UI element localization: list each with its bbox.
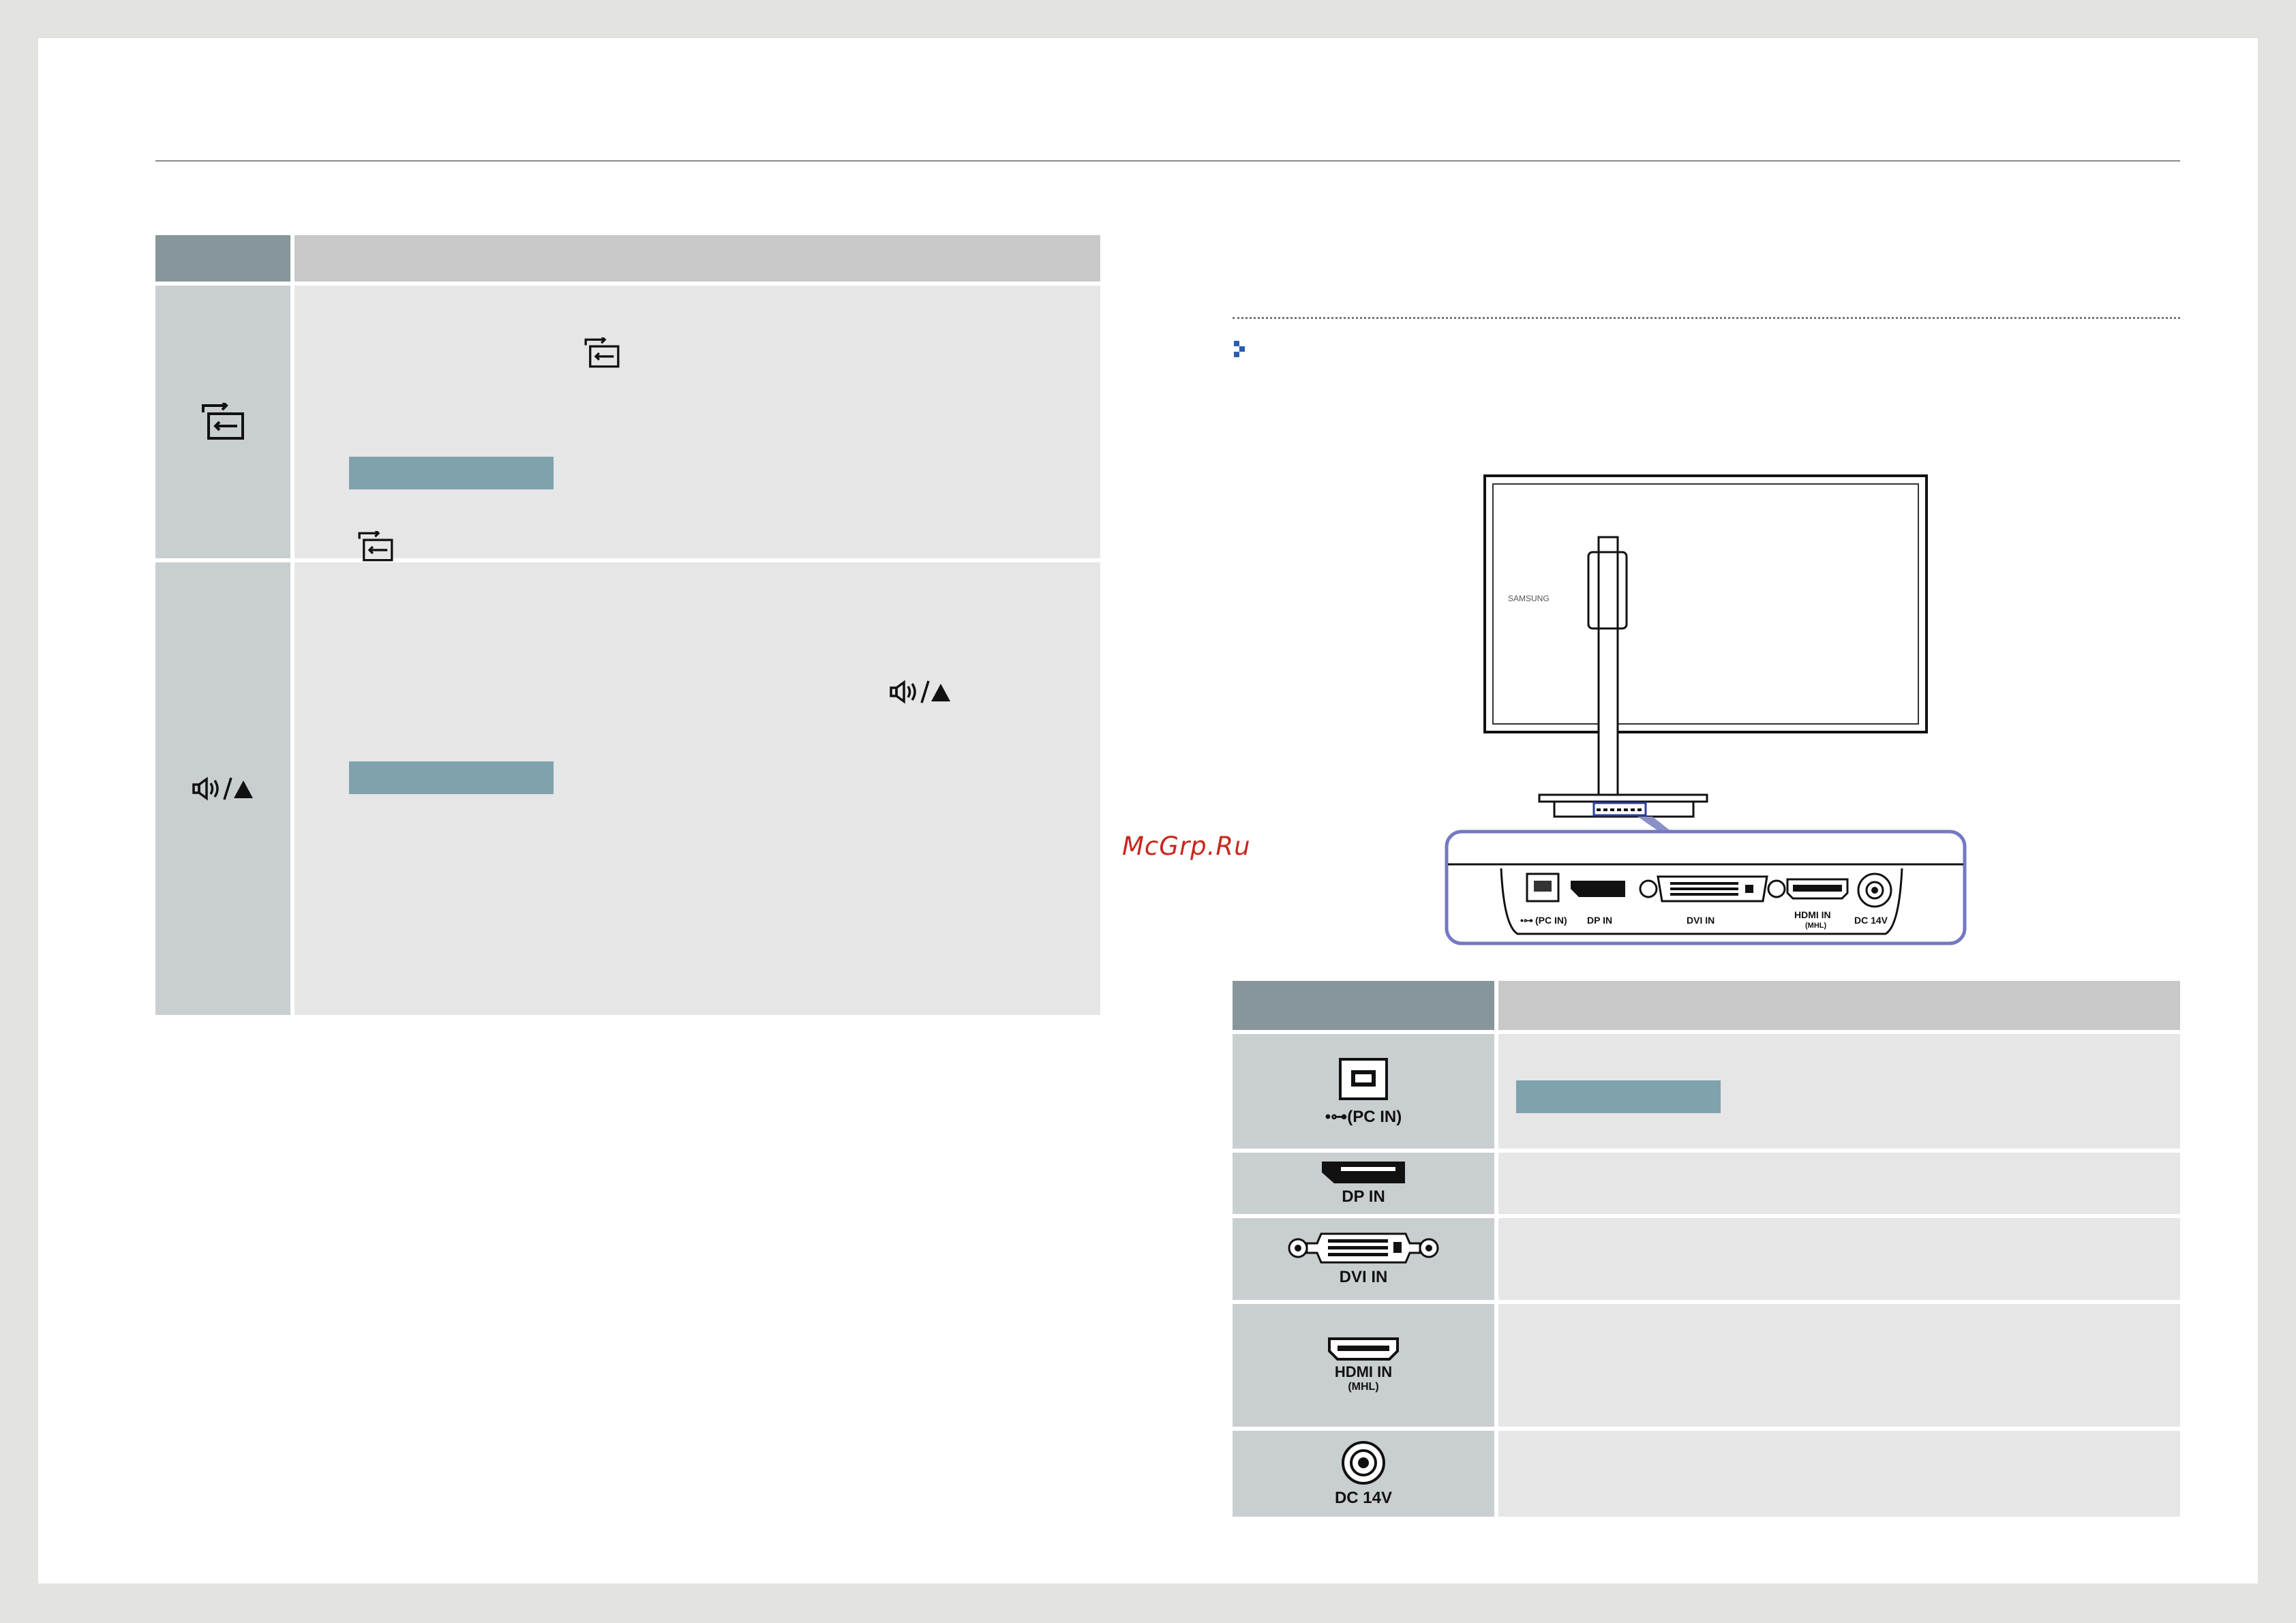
source-icon: [199, 403, 247, 441]
usb-b-port-icon: [1336, 1057, 1391, 1102]
row-volume-key: [155, 562, 290, 1015]
bullet-icon: [1233, 339, 1250, 359]
dc-jack-icon: [1340, 1440, 1387, 1486]
port-label-usb: (PC IN): [1535, 915, 1567, 926]
top-rule: [155, 160, 2180, 162]
row-volume-value: [294, 562, 1100, 1015]
watermark: McGrp.Ru: [1122, 832, 1251, 861]
port-label-hdmi: HDMI IN: [1794, 909, 1831, 920]
port-label-hdmi-sub: (MHL): [1805, 922, 1826, 930]
usb-symbol-icon: •⊶: [1325, 1107, 1348, 1126]
port-label-dc: DC 14V: [1334, 1489, 1393, 1507]
row-dc-value: [1498, 1431, 2180, 1517]
volume-eject-icon: [192, 776, 254, 801]
highlight-tag: [1516, 1080, 1721, 1113]
row-source-value: [294, 286, 1100, 562]
svg-text:•⊶: •⊶: [1520, 915, 1533, 926]
manual-page: SAMSUNG •⊶ (PC IN) DP IN DVI IN HDMI IN …: [38, 38, 2258, 1583]
source-icon: [356, 531, 395, 562]
displayport-icon: [1320, 1160, 1406, 1185]
port-label-dvi: DVI IN: [1339, 1268, 1388, 1286]
row-hdmi-key: HDMI IN (MHL): [1233, 1304, 1494, 1427]
row-usb-key: •⊶(PC IN): [1233, 1034, 1494, 1149]
dvi-port-icon: [1287, 1231, 1440, 1265]
hdmi-port-icon: [1328, 1337, 1399, 1361]
monitor-rear-diagram: SAMSUNG •⊶ (PC IN) DP IN DVI IN HDMI IN …: [1445, 474, 1967, 945]
source-icon: [582, 337, 622, 369]
port-label-dp: DP IN: [1587, 915, 1612, 926]
highlight-tag: [349, 457, 554, 489]
volume-eject-icon: [889, 680, 952, 704]
right-table-header-value: [1498, 981, 2180, 1030]
port-label-usb: (PC IN): [1347, 1107, 1402, 1126]
port-label-hdmi: HDMI IN: [1334, 1363, 1393, 1380]
highlight-tag: [349, 761, 554, 794]
port-label-dvi: DVI IN: [1687, 915, 1715, 926]
row-dvi-value: [1498, 1218, 2180, 1300]
row-dp-key: DP IN: [1233, 1153, 1494, 1214]
row-dp-value: [1498, 1153, 2180, 1214]
row-hdmi-value: [1498, 1304, 2180, 1427]
left-table-header-key: [155, 235, 290, 282]
row-dvi-key: DVI IN: [1233, 1218, 1494, 1300]
right-table-header-key: [1233, 981, 1494, 1030]
row-usb-value: [1498, 1034, 2180, 1149]
row-source-key: [155, 286, 290, 558]
row-dc-key: DC 14V: [1233, 1431, 1494, 1517]
left-table-header-value: [294, 235, 1100, 282]
section-divider: [1233, 317, 2180, 319]
brand-text: SAMSUNG: [1508, 594, 1550, 603]
port-label-dp: DP IN: [1342, 1187, 1385, 1206]
port-label-dc: DC 14V: [1854, 915, 1888, 926]
port-label-hdmi-sub: (MHL): [1348, 1381, 1379, 1393]
